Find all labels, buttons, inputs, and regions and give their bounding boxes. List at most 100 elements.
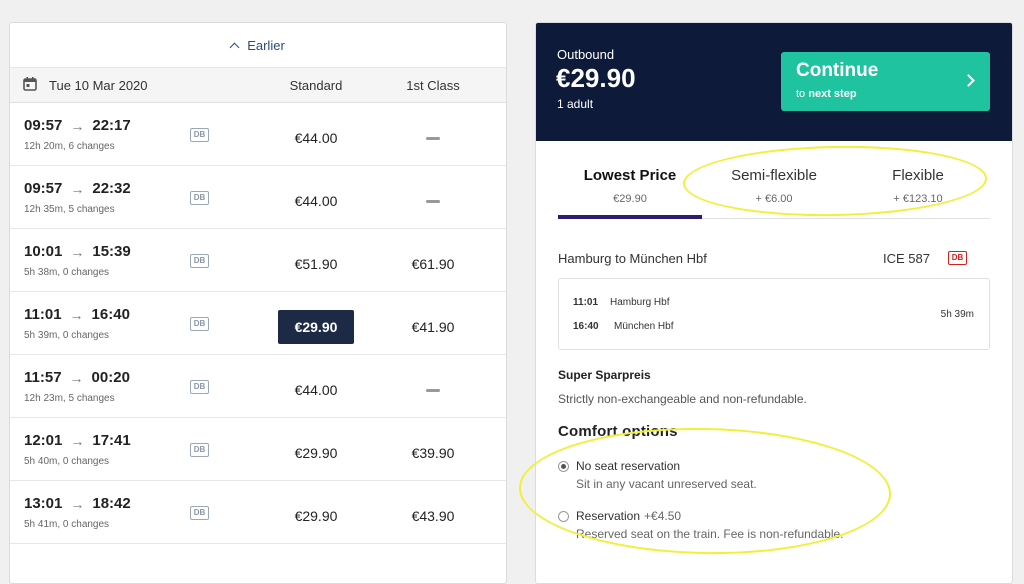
first-class-price[interactable]: €61.90 [412, 256, 455, 272]
journey-times: 11:57 → 00:20 [24, 369, 130, 386]
standard-price[interactable]: €44.00 [278, 184, 354, 218]
option-title: Reservation +€4.50 [576, 509, 682, 523]
tab-price: + €123.10 [893, 193, 943, 205]
col-standard-header: Standard [289, 78, 343, 93]
first-class-cell [378, 121, 488, 155]
tab-flexible[interactable]: Flexible + €123.10 [846, 161, 990, 218]
db-logo-icon: DB [190, 380, 209, 394]
table-row[interactable]: 13:01 → 18:42 5h 41m, 0 changes DB €29.9… [10, 481, 506, 544]
first-class-price[interactable]: €41.90 [412, 319, 455, 335]
journey-meta: 5h 38m, 0 changes [24, 267, 110, 278]
tab-label: Semi-flexible [731, 167, 817, 184]
tab-price: €29.90 [613, 193, 647, 205]
standard-price[interactable]: €29.90 [278, 499, 354, 533]
standard-price[interactable]: €44.00 [278, 121, 354, 155]
arrow-right-icon: → [70, 243, 85, 260]
journey-stops: 11:01 Hamburg Hbf 16:40 München Hbf 5h 3… [558, 278, 990, 350]
journey-times: 12:01 → 17:41 [24, 432, 131, 449]
first-class-cell: €43.90 [378, 499, 488, 533]
standard-price[interactable]: €29.90 [278, 436, 354, 470]
db-logo-icon: DB [190, 317, 209, 331]
departure-time: 09:57 [24, 117, 63, 134]
journey-times: 09:57 → 22:17 [24, 117, 131, 134]
continue-button[interactable]: Continue to next step [781, 52, 990, 111]
table-row[interactable]: 10:01 → 15:39 5h 38m, 0 changes DB €51.9… [10, 229, 506, 292]
outbound-label: Outbound [557, 47, 615, 62]
journey-times: 09:57 → 22:32 [24, 180, 131, 197]
journey-meta: 12h 20m, 6 changes [24, 141, 115, 152]
arrival-time: 22:17 [92, 117, 131, 134]
table-row[interactable]: 11:01 → 16:40 5h 39m, 0 changes DB €29.9… [10, 292, 506, 355]
first-class-price[interactable]: €43.90 [412, 508, 455, 524]
arrow-right-icon: → [70, 117, 85, 134]
option-description: Reserved seat on the train. Fee is non-r… [576, 527, 844, 541]
summary-header: Outbound €29.90 1 adult Continue to next… [536, 23, 1012, 141]
standard-price[interactable]: €29.90 [278, 310, 354, 344]
departure-time: 09:57 [24, 180, 63, 197]
journey-times: 10:01 → 15:39 [24, 243, 131, 260]
standard-price[interactable]: €51.90 [278, 247, 354, 281]
passenger-count: 1 adult [557, 97, 594, 111]
tab-label: Lowest Price [583, 167, 677, 184]
radio-selected-icon[interactable] [558, 461, 569, 472]
db-logo-icon: DB [190, 506, 209, 520]
radio-unselected-icon[interactable] [558, 511, 569, 522]
unavailable-dash-icon [426, 136, 440, 140]
first-class-price[interactable]: €39.90 [412, 445, 455, 461]
route-label: Hamburg to München Hbf [558, 251, 707, 266]
continue-title: Continue [796, 60, 879, 81]
first-class-cell [378, 373, 488, 407]
earlier-label: Earlier [247, 37, 285, 53]
option-title: No seat reservation [576, 459, 681, 473]
db-logo-icon: DB [190, 443, 209, 457]
journey-meta: 5h 40m, 0 changes [24, 456, 110, 467]
calendar-icon [23, 77, 37, 91]
travel-date[interactable]: Tue 10 Mar 2020 [49, 78, 148, 93]
arrival-time: 00:20 [91, 369, 130, 386]
departure-time: 10:01 [24, 243, 63, 260]
results-panel: Earlier Tue 10 Mar 2020 Standard 1st Cla… [9, 22, 507, 584]
tab-semi-flexible[interactable]: Semi-flexible + €6.00 [702, 161, 846, 218]
tab-lowest-price[interactable]: Lowest Price €29.90 [558, 161, 702, 219]
option-description: Sit in any vacant unreserved seat. [576, 477, 757, 491]
arrival-station: München Hbf [614, 321, 674, 332]
chevron-right-icon [962, 74, 975, 87]
departure-time: 11:57 [24, 369, 62, 386]
journey-duration: 5h 39m [940, 309, 974, 320]
table-row[interactable]: 12:01 → 17:41 5h 40m, 0 changes DB €29.9… [10, 418, 506, 481]
arrow-right-icon: → [69, 369, 84, 386]
fare-description: Strictly non-exchangeable and non-refund… [558, 392, 807, 406]
table-row[interactable]: 09:57 → 22:32 12h 35m, 5 changes DB €44.… [10, 166, 506, 229]
first-class-cell: €61.90 [378, 247, 488, 281]
db-logo-icon: DB [190, 254, 209, 268]
fare-name: Super Sparpreis [558, 368, 651, 382]
db-logo-icon: DB [948, 251, 967, 265]
continue-subtitle: to next step [796, 88, 857, 100]
earlier-button[interactable]: Earlier [10, 23, 506, 68]
journey-meta: 5h 41m, 0 changes [24, 519, 110, 530]
departure-time: 11:01 [573, 297, 599, 308]
chevron-up-icon [229, 42, 240, 52]
table-row[interactable]: 11:57 → 00:20 12h 23m, 5 changes DB €44.… [10, 355, 506, 418]
departure-time: 11:01 [24, 306, 62, 323]
arrival-time: 16:40 [573, 321, 599, 332]
first-class-cell [378, 184, 488, 218]
journey-meta: 12h 23m, 5 changes [24, 393, 115, 404]
fare-tabs: Lowest Price €29.90 Semi-flexible + €6.0… [558, 161, 990, 219]
arrival-time: 18:42 [92, 495, 131, 512]
first-class-cell: €39.90 [378, 436, 488, 470]
journey-times: 13:01 → 18:42 [24, 495, 131, 512]
journey-times: 11:01 → 16:40 [24, 306, 130, 323]
journey-meta: 12h 35m, 5 changes [24, 204, 115, 215]
standard-price[interactable]: €44.00 [278, 373, 354, 407]
table-row[interactable]: 09:57 → 22:17 12h 20m, 6 changes DB €44.… [10, 103, 506, 166]
arrow-right-icon: → [70, 432, 85, 449]
db-logo-icon: DB [190, 128, 209, 142]
arrow-right-icon: → [70, 495, 85, 512]
comfort-options-title: Comfort options [558, 423, 678, 440]
col-first-class-header: 1st Class [406, 78, 460, 93]
arrival-time: 16:40 [91, 306, 130, 323]
tab-price: + €6.00 [755, 193, 793, 205]
departure-station: Hamburg Hbf [610, 297, 670, 308]
departure-time: 12:01 [24, 432, 63, 449]
